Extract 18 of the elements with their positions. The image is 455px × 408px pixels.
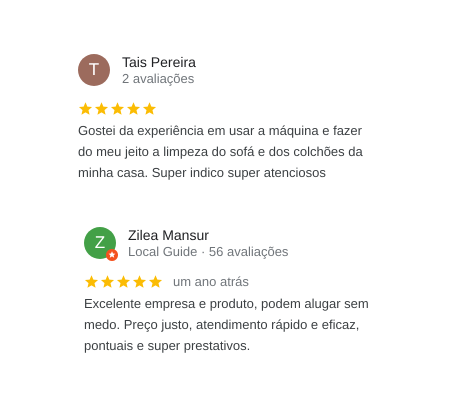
star-icon — [84, 274, 99, 289]
review-count: Local Guide · 56 avaliações — [128, 244, 288, 259]
reviewer-name[interactable]: Tais Pereira — [122, 54, 196, 70]
avatar[interactable]: T — [78, 54, 110, 86]
star-icon — [126, 101, 141, 116]
star-icon — [142, 101, 157, 116]
star-icon — [116, 274, 131, 289]
reviewer-name[interactable]: Zilea Mansur — [128, 227, 288, 243]
review-text: Gostei da experiência em usar a máquina e fazer do meu jeito a limpeza do sofá e dos colchões da minha casa. Super indico super atenciosos — [78, 122, 364, 182]
review-date: um ano atrás — [173, 274, 249, 289]
star-icon — [148, 274, 163, 289]
review-count: 2 avaliações — [122, 71, 196, 86]
review-text: Excelente empresa e produto, podem alugar sem medo. Preço justo, atendimento rápido e eficaz, pontuais e super prestativos. — [84, 295, 370, 355]
star-icon — [110, 101, 125, 116]
star-icon — [78, 101, 93, 116]
star-icon — [94, 101, 109, 116]
star-icon — [132, 274, 147, 289]
star-icon — [100, 274, 115, 289]
